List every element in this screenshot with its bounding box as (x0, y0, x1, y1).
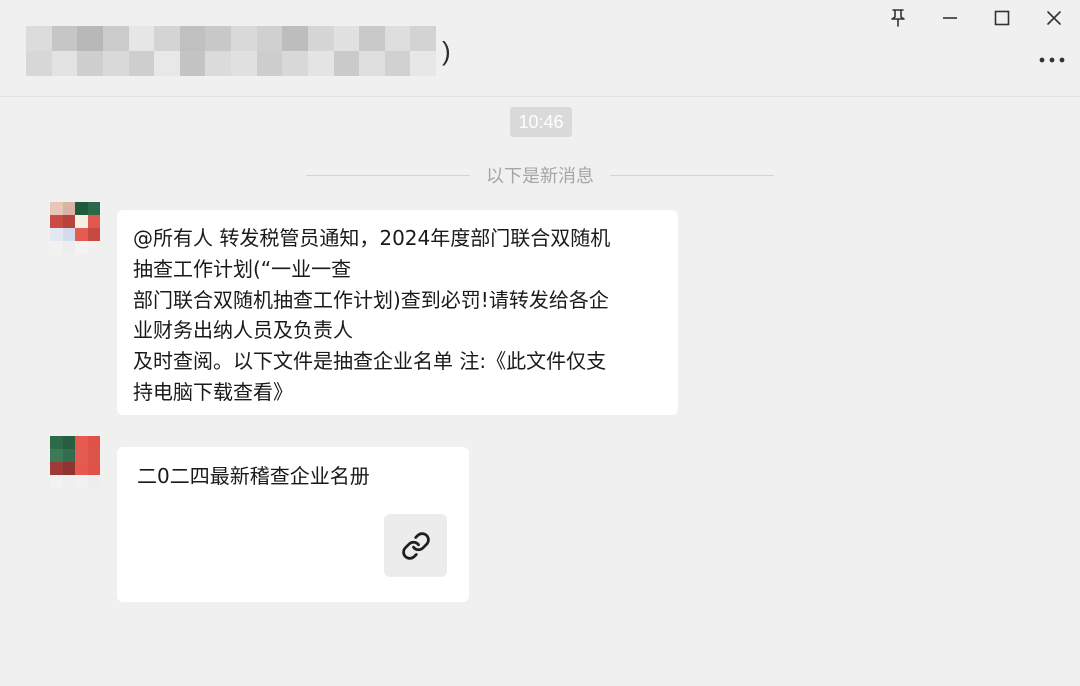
avatar-mosaic-cell (50, 202, 63, 215)
avatar-mosaic-cell (75, 202, 88, 215)
title-mosaic-cell (205, 51, 231, 76)
avatar-mosaic-cell (87, 475, 100, 488)
avatar-mosaic-cell (62, 215, 75, 228)
avatar-mosaic-cell (62, 462, 75, 475)
link-thumbnail[interactable] (384, 514, 447, 577)
avatar-mosaic-cell (87, 241, 100, 254)
window-controls (872, 0, 1080, 40)
avatar-mosaic-cell (62, 436, 75, 449)
new-messages-label: 以下是新消息 (486, 166, 594, 187)
title-mosaic-cell (359, 26, 385, 51)
message-text-line: 部门联合双随机抽查工作计划)查到必罚!请转发给各企 (133, 287, 609, 312)
avatar-mosaic-cell (62, 228, 75, 241)
link-card-title: 二0二四最新稽查企业名册 (137, 464, 370, 488)
avatar-mosaic-cell (87, 202, 100, 215)
title-mosaic-cell (333, 51, 360, 76)
title-mosaic-cell (179, 26, 206, 51)
title-mosaic-cell (51, 51, 78, 76)
title-mosaic-cell (410, 26, 436, 51)
title-mosaic-cell (307, 26, 334, 51)
divider-line-right (610, 174, 774, 176)
message-text-line: @所有人 转发税管员通知，2024年度部门联合双随机 (133, 226, 611, 250)
avatar-mosaic-cell (75, 228, 88, 241)
title-mosaic-cell (102, 26, 129, 51)
avatar-mosaic-cell (50, 462, 63, 475)
avatar-mosaic-cell (75, 449, 88, 462)
avatar-mosaic-cell (87, 462, 100, 475)
chat-title: ) (26, 26, 451, 76)
title-mosaic-cell (26, 26, 52, 51)
title-mosaic-cell (128, 26, 155, 51)
title-mosaic-cell (128, 51, 155, 76)
avatar-mosaic-cell (50, 215, 63, 228)
minimize-icon (943, 17, 957, 19)
message-text-line: 及时查阅。以下文件是抽查企业名单 注:《此文件仅支 (133, 349, 607, 374)
avatar-mosaic-cell (50, 475, 63, 488)
title-mosaic-cell (205, 26, 231, 51)
message-text-line: 持电脑下载查看》 (133, 379, 293, 404)
title-mosaic-cell (26, 51, 52, 76)
message-text-line: 业财务出纳人员及负责人 (133, 318, 353, 343)
title-mosaic-cell (282, 26, 308, 51)
more-options-button[interactable] (1032, 46, 1072, 74)
pixelated-chat-name (26, 26, 436, 76)
title-mosaic-cell (154, 51, 180, 76)
title-mosaic-cell (77, 26, 103, 51)
title-mosaic-cell (102, 51, 129, 76)
message-bubble[interactable]: @所有人 转发税管员通知，2024年度部门联合双随机 抽查工作计划(“一业一查 … (117, 210, 678, 415)
title-mosaic-cell (307, 51, 334, 76)
title-mosaic-cell (282, 51, 308, 76)
avatar-mosaic-cell (75, 462, 88, 475)
avatar-mosaic-cell (87, 215, 100, 228)
title-mosaic-cell (410, 51, 436, 76)
avatar-mosaic-cell (62, 241, 75, 254)
avatar-mosaic-cell (75, 475, 88, 488)
avatar-mosaic-cell (50, 449, 63, 462)
title-mosaic-cell (231, 51, 257, 76)
title-mosaic-cell (154, 26, 180, 51)
avatar-mosaic-cell (87, 436, 100, 449)
avatar-mosaic-cell (62, 202, 75, 215)
sender-avatar[interactable] (50, 202, 100, 254)
close-icon (1047, 11, 1061, 25)
chat-title-suffix: ) (442, 35, 451, 66)
avatar-mosaic-cell (87, 228, 100, 241)
pin-button[interactable] (872, 0, 924, 36)
avatar-mosaic-cell (87, 449, 100, 462)
minimize-button[interactable] (924, 0, 976, 36)
pin-icon (891, 9, 905, 27)
avatar-mosaic-cell (75, 215, 88, 228)
maximize-icon (994, 10, 1010, 26)
sender-avatar[interactable] (50, 436, 100, 488)
title-mosaic-cell (77, 51, 103, 76)
title-mosaic-cell (51, 26, 78, 51)
avatar-mosaic-cell (50, 241, 63, 254)
title-mosaic-cell (384, 51, 411, 76)
title-mosaic-cell (256, 26, 283, 51)
title-mosaic-cell (333, 26, 360, 51)
more-icon (1039, 57, 1065, 63)
avatar-mosaic-cell (62, 475, 75, 488)
avatar-mosaic-cell (75, 241, 88, 254)
maximize-button[interactable] (976, 0, 1028, 36)
chat-header: ) (0, 0, 1080, 97)
title-mosaic-cell (231, 26, 257, 51)
message-text-line: 抽查工作计划(“一业一查 (133, 256, 352, 281)
title-mosaic-cell (384, 26, 411, 51)
avatar-mosaic-cell (62, 449, 75, 462)
avatar-mosaic-cell (50, 436, 63, 449)
divider-line-left (306, 174, 470, 176)
title-mosaic-cell (359, 51, 385, 76)
title-mosaic-cell (179, 51, 206, 76)
message-timestamp: 10:46 (510, 107, 572, 137)
close-button[interactable] (1028, 0, 1080, 36)
new-messages-divider: 以下是新消息 (306, 161, 774, 189)
avatar-mosaic-cell (50, 228, 63, 241)
chat-message-area[interactable]: 10:46 以下是新消息 @所有人 转发税管员通知，2024年度部门联合双随机 … (0, 97, 1080, 686)
link-icon (401, 531, 430, 560)
link-card-message[interactable]: 二0二四最新稽查企业名册 (117, 447, 469, 602)
title-mosaic-cell (256, 51, 283, 76)
avatar-mosaic-cell (75, 436, 88, 449)
